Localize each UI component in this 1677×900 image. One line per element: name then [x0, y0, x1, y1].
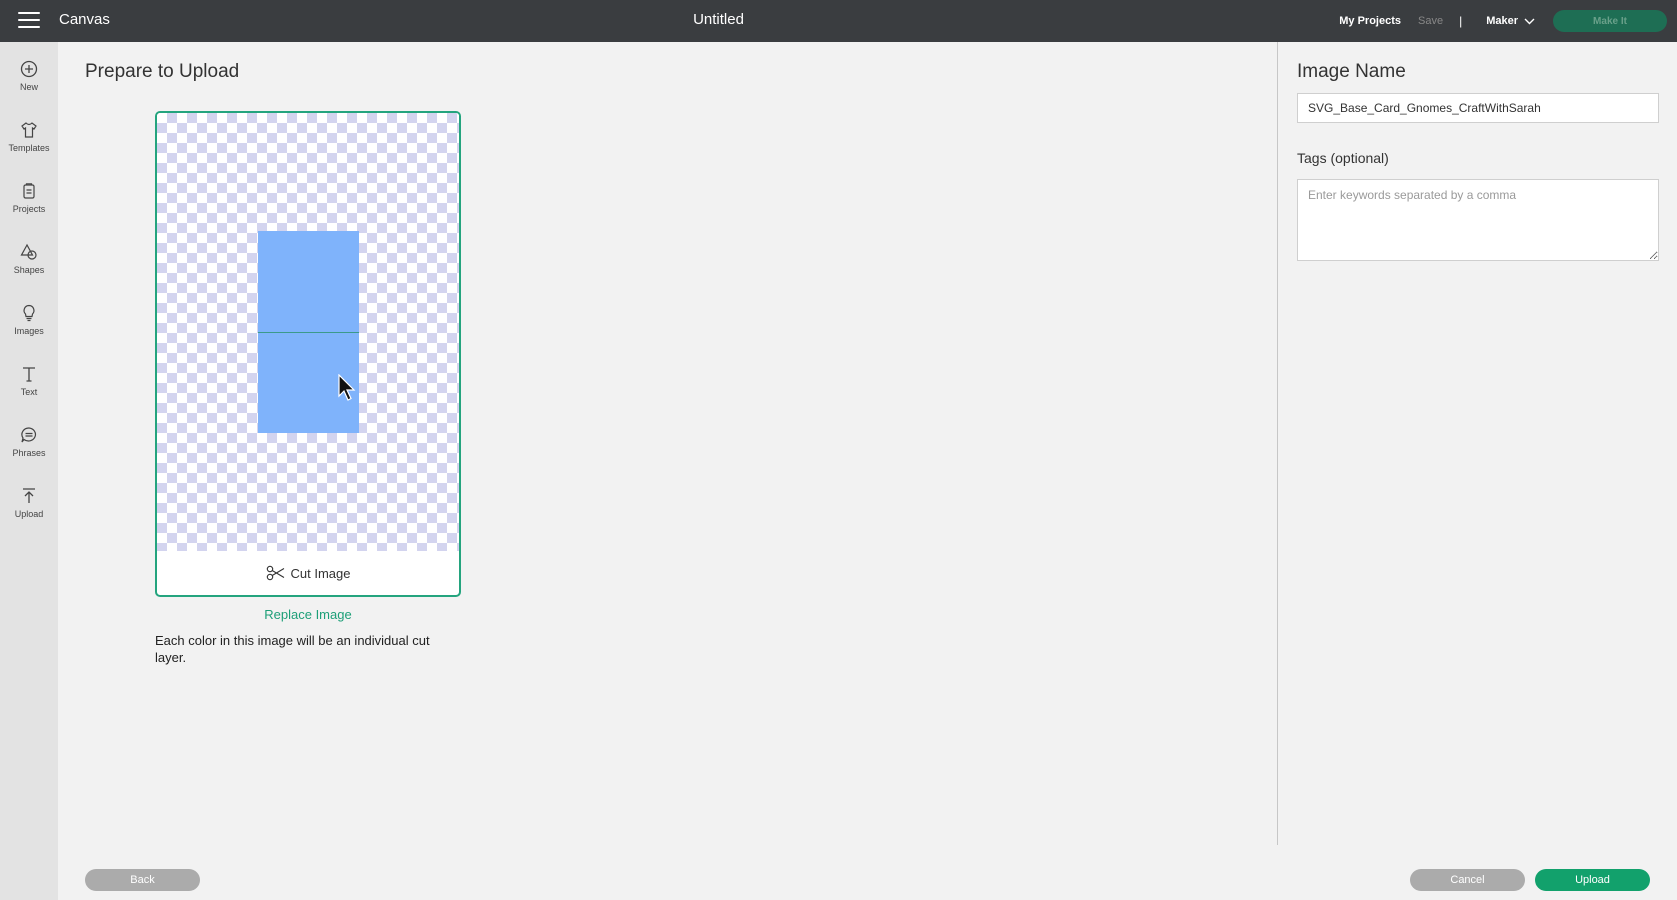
cut-image-label: Cut Image — [290, 565, 351, 581]
image-preview-card[interactable]: Cut Image — [155, 111, 461, 597]
sidebar-item-projects[interactable]: Projects — [0, 172, 58, 228]
sidebar-item-label: Text — [20, 387, 38, 397]
sidebar-item-label: Shapes — [13, 265, 45, 275]
tags-field[interactable] — [1297, 179, 1659, 261]
lightbulb-icon — [23, 304, 35, 322]
chevron-down-icon — [1524, 18, 1535, 24]
sidebar-item-label: Images — [14, 326, 44, 336]
top-bar: Canvas Untitled My Projects Save | Maker… — [0, 0, 1677, 42]
my-projects-link[interactable]: My Projects — [1339, 15, 1401, 27]
cut-image-option[interactable]: Cut Image — [157, 551, 459, 595]
help-text: Each color in this image will be an indi… — [155, 633, 430, 665]
document-title: Untitled — [693, 11, 744, 28]
main-area: Prepare to Upload Cut Image Replace Imag… — [58, 42, 1277, 845]
image-name-label: Image Name — [1297, 61, 1406, 82]
transparency-background — [157, 113, 459, 551]
page-title: Prepare to Upload — [85, 61, 240, 82]
right-panel: Image Name Tags (optional) — [1278, 42, 1677, 845]
machine-label: Maker — [1486, 15, 1518, 27]
image-name-field[interactable] — [1297, 93, 1659, 123]
sidebar-item-label: Phrases — [12, 448, 46, 458]
uploaded-image-preview — [258, 231, 359, 433]
bottom-bar: Back Cancel Upload — [58, 845, 1677, 900]
sidebar-item-shapes[interactable]: Shapes — [0, 233, 58, 289]
plus-circle-icon — [20, 60, 38, 78]
sidebar-item-images[interactable]: Images — [0, 294, 58, 350]
shirt-icon — [21, 122, 37, 138]
sidebar-item-text[interactable]: Text — [0, 355, 58, 411]
replace-image-link[interactable]: Replace Image — [155, 607, 461, 622]
sidebar-item-label: Upload — [14, 509, 44, 519]
speech-bubble-icon — [21, 427, 37, 443]
sidebar-item-label: Projects — [12, 204, 46, 214]
machine-selector[interactable]: Maker — [1486, 15, 1535, 27]
sidebar-item-label: New — [19, 82, 38, 92]
left-sidebar: New Templates Projects Shapes Images Tex… — [0, 42, 58, 900]
mouse-cursor-icon — [338, 374, 356, 401]
cancel-button[interactable]: Cancel — [1410, 869, 1525, 891]
sidebar-item-phrases[interactable]: Phrases — [0, 416, 58, 472]
shapes-icon — [20, 243, 37, 260]
save-button[interactable]: Save — [1418, 15, 1443, 27]
upload-button[interactable]: Upload — [1535, 869, 1650, 891]
make-it-button[interactable]: Make It — [1553, 10, 1667, 32]
tags-label: Tags (optional) — [1297, 150, 1389, 166]
separator: | — [1459, 14, 1463, 28]
sidebar-item-templates[interactable]: Templates — [0, 111, 58, 167]
sidebar-item-upload[interactable]: Upload — [0, 477, 58, 533]
text-icon — [23, 367, 35, 382]
sidebar-item-new[interactable]: New — [0, 50, 58, 106]
back-button[interactable]: Back — [85, 869, 200, 891]
sidebar-item-label: Templates — [8, 143, 50, 153]
upload-arrow-icon — [23, 488, 35, 503]
fold-line — [258, 332, 359, 333]
projects-icon — [23, 183, 35, 199]
scissors-icon — [266, 565, 284, 581]
